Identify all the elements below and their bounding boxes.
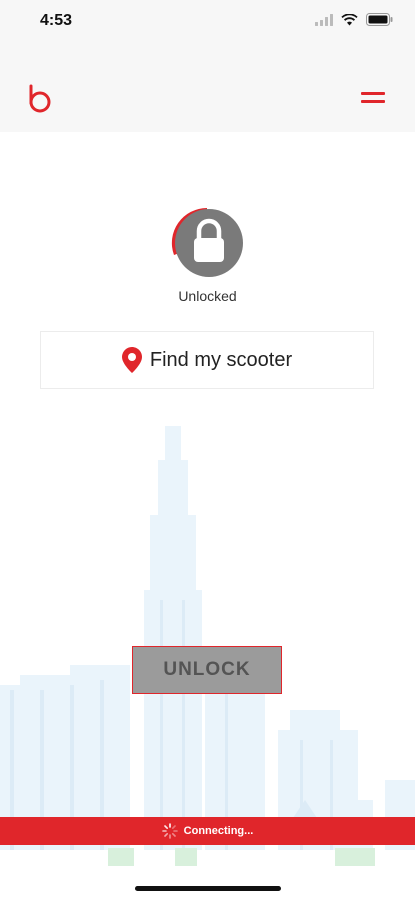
- status-time: 4:53: [40, 12, 73, 29]
- spinner-icon: [161, 823, 178, 839]
- find-my-scooter-label: Find my scooter: [149, 348, 293, 371]
- brand-logo[interactable]: [26, 84, 54, 114]
- battery-icon: [366, 13, 393, 26]
- menu-line: [361, 100, 385, 103]
- app-header: [0, 48, 415, 132]
- lock-status-button[interactable]: [170, 206, 244, 280]
- menu-icon[interactable]: [361, 90, 387, 108]
- connection-status-bar: Connecting...: [0, 817, 415, 845]
- status-bar: 4:53: [0, 0, 415, 48]
- unlock-button[interactable]: UNLOCK: [132, 646, 282, 694]
- home-indicator[interactable]: [135, 886, 281, 891]
- lock-state-label: Unlocked: [178, 288, 237, 304]
- find-my-scooter-button[interactable]: Find my scooter: [40, 331, 374, 389]
- padlock-icon: [171, 207, 243, 277]
- status-icons: [315, 13, 393, 26]
- city-skyline-illustration: [0, 426, 415, 866]
- connection-status-text: Connecting...: [183, 825, 254, 837]
- wifi-icon: [341, 13, 358, 25]
- menu-line: [361, 92, 385, 95]
- signal-icon: [315, 13, 333, 26]
- location-pin-icon: [121, 347, 142, 373]
